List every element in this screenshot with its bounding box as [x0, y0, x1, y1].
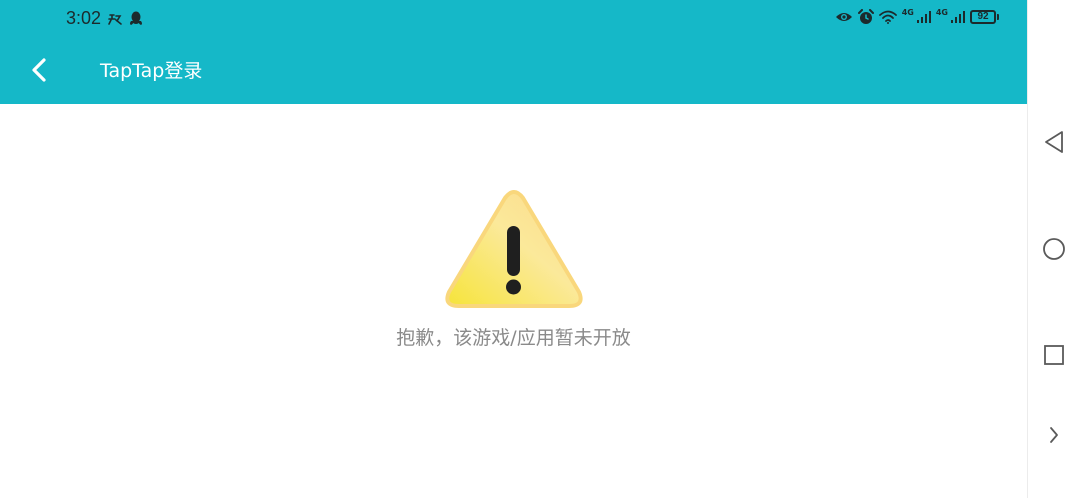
network-type-label-1: 4G: [901, 8, 914, 17]
battery-icon: 92: [970, 10, 999, 24]
status-bar: 3:02 4G 4G 92: [0, 0, 1027, 38]
app-window: 3:02 4G 4G 92 TapTap登录 抱歉，该游戏/应用暂未开放: [0, 0, 1027, 498]
nav-back-button[interactable]: [1039, 127, 1069, 157]
network-type-label-2: 4G: [935, 8, 948, 17]
expand-chevron-icon: [1050, 427, 1058, 443]
battery-cap: [997, 14, 999, 20]
qq-penguin-icon: [129, 11, 143, 27]
alarm-icon: [857, 9, 874, 25]
nav-expand-button[interactable]: [1039, 420, 1069, 450]
unavailable-message: 抱歉，该游戏/应用暂未开放: [396, 327, 631, 349]
screen: 3:02 4G 4G 92 TapTap登录 抱歉，该游戏/应用暂未开放: [0, 0, 1080, 498]
home-circle-icon: [1043, 238, 1065, 260]
recents-square-icon: [1044, 345, 1064, 365]
back-button[interactable]: [22, 52, 56, 88]
status-time: 3:02: [66, 8, 102, 28]
status-left: 3:02: [66, 8, 143, 29]
top-bar: 3:02 4G 4G 92 TapTap登录: [0, 0, 1027, 104]
nav-recents-button[interactable]: [1039, 340, 1069, 370]
eye-icon: [835, 11, 853, 23]
chevron-left-icon: [32, 58, 46, 82]
navigation-bar: [1027, 0, 1080, 498]
status-right: 4G 4G 92: [835, 8, 999, 25]
main-content: 抱歉，该游戏/应用暂未开放: [0, 104, 1027, 498]
page-title: TapTap登录: [100, 60, 203, 82]
signal-bars-icon-2: [951, 11, 965, 23]
battery-body: 92: [970, 10, 996, 24]
back-triangle-icon: [1045, 131, 1063, 153]
signal-bars-icon-1: [916, 11, 931, 23]
warning-icon: [445, 190, 583, 308]
wifi-icon: [878, 10, 897, 24]
nav-home-button[interactable]: [1039, 234, 1069, 264]
battery-level: 92: [977, 11, 989, 22]
notification-app-icon: [107, 12, 123, 26]
